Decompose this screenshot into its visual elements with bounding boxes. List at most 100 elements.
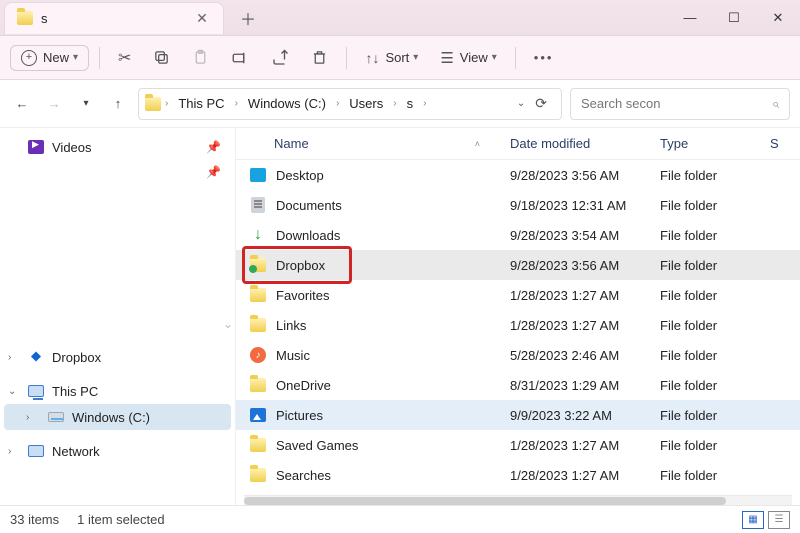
file-row[interactable]: Desktop9/28/2023 3:56 AMFile folder — [236, 160, 800, 190]
view-button[interactable]: ☰ View ▾ — [432, 43, 504, 73]
nav-videos[interactable]: Videos 📌 — [4, 134, 231, 160]
tab[interactable]: s ✕ — [4, 2, 224, 34]
file-type: File folder — [660, 318, 770, 333]
sort-label: Sort — [385, 50, 409, 65]
video-icon — [28, 140, 44, 154]
crumb-drive[interactable]: Windows (C:) — [242, 93, 332, 114]
chevron-down-icon: ▾ — [413, 52, 418, 63]
file-row[interactable]: Pictures9/9/2023 3:22 AMFile folder — [236, 400, 800, 430]
nav-drive-c[interactable]: › Windows (C:) — [4, 404, 231, 430]
file-row[interactable]: ♪Music5/28/2023 2:46 AMFile folder — [236, 340, 800, 370]
horizontal-scrollbar[interactable] — [244, 495, 792, 505]
refresh-button[interactable]: ⟳ — [535, 95, 547, 112]
nav-this-pc[interactable]: ⌄ This PC — [4, 378, 231, 404]
ellipsis-icon: ••• — [534, 50, 554, 65]
view-details-button[interactable]: ☰ — [768, 511, 790, 529]
nav-network[interactable]: › Network — [4, 438, 231, 464]
copy-icon — [153, 49, 170, 66]
file-date: 8/31/2023 1:29 AM — [510, 378, 660, 393]
nav-videos-label: Videos — [52, 140, 92, 155]
file-name: Searches — [276, 468, 331, 483]
file-icon — [250, 167, 266, 183]
breadcrumb[interactable]: › This PC › Windows (C:) › Users › s › ⌄… — [138, 88, 562, 120]
sort-button[interactable]: ↑↓ Sort ▾ — [357, 44, 426, 72]
delete-button[interactable] — [303, 43, 336, 72]
view-large-icons-button[interactable]: ▦ — [742, 511, 764, 529]
sort-icon: ↑↓ — [365, 50, 379, 66]
chevron-down-icon: ▾ — [492, 52, 497, 63]
rename-button[interactable] — [223, 43, 257, 73]
chevron-right-icon: › — [235, 98, 238, 109]
file-icon: ♪ — [250, 347, 266, 363]
share-button[interactable] — [263, 43, 297, 73]
file-date: 9/9/2023 3:22 AM — [510, 408, 660, 423]
chevron-right-icon: › — [165, 98, 168, 109]
file-type: File folder — [660, 408, 770, 423]
maximize-button[interactable]: ☐ — [712, 0, 756, 36]
paste-icon — [192, 49, 209, 66]
recent-locations-button[interactable]: ▾ — [74, 92, 98, 116]
file-name: Desktop — [276, 168, 324, 183]
file-row[interactable]: Links 1/28/2023 1:27 AMFile folder — [236, 310, 800, 340]
file-icon — [250, 377, 266, 393]
drive-icon — [48, 412, 64, 422]
file-type: File folder — [660, 258, 770, 273]
file-row[interactable]: Dropbox9/28/2023 3:56 AMFile folder — [236, 250, 800, 280]
file-name: Documents — [276, 198, 342, 213]
search-icon: ⌕ — [772, 96, 779, 112]
column-type[interactable]: Type — [660, 136, 770, 151]
new-button[interactable]: + New ▾ — [10, 45, 89, 71]
address-dropdown-button[interactable]: ⌄ — [517, 98, 525, 109]
chevron-down-icon: ⌄ — [8, 386, 16, 397]
tab-close-button[interactable]: ✕ — [193, 9, 211, 27]
search-input[interactable] — [581, 96, 772, 111]
file-row[interactable]: Searches1/28/2023 1:27 AMFile folder — [236, 460, 800, 490]
minimize-button[interactable]: — — [668, 0, 712, 36]
toolbar: + New ▾ ✂ ↑↓ Sort ▾ ☰ View ▾ ••• — [0, 36, 800, 80]
title-bar: s ✕ ＋ — ☐ ✕ — [0, 0, 800, 36]
separator — [515, 47, 516, 69]
chevron-right-icon: › — [423, 98, 426, 109]
scrollbar[interactable]: ⌄ — [223, 317, 233, 331]
more-button[interactable]: ••• — [526, 44, 562, 71]
copy-button[interactable] — [145, 43, 178, 72]
column-date[interactable]: Date modified — [510, 136, 660, 151]
paste-button[interactable] — [184, 43, 217, 72]
column-size[interactable]: S — [770, 136, 800, 151]
file-date: 9/18/2023 12:31 AM — [510, 198, 660, 213]
chevron-right-icon: › — [8, 446, 11, 457]
file-row[interactable]: Favorites1/28/2023 1:27 AMFile folder — [236, 280, 800, 310]
nav-empty-pinned[interactable]: 📌 — [4, 160, 231, 184]
up-button[interactable]: ↑ — [106, 92, 130, 116]
separator — [346, 47, 347, 69]
nav-dropbox[interactable]: › ⯁ Dropbox — [4, 344, 231, 370]
forward-button[interactable]: → — [42, 92, 66, 116]
file-date: 1/28/2023 1:27 AM — [510, 318, 660, 333]
new-tab-button[interactable]: ＋ — [234, 4, 262, 32]
plus-icon: + — [21, 50, 37, 66]
chevron-right-icon: › — [8, 352, 11, 363]
column-name[interactable]: Name ˄ — [250, 136, 510, 151]
pin-icon: 📌 — [206, 165, 221, 179]
file-date: 9/28/2023 3:56 AM — [510, 258, 660, 273]
crumb-users[interactable]: Users — [343, 93, 389, 114]
file-name: Downloads — [276, 228, 340, 243]
back-button[interactable]: ← — [10, 92, 34, 116]
cut-button[interactable]: ✂ — [110, 42, 139, 74]
file-name: Links — [276, 318, 306, 333]
file-row[interactable]: Documents9/18/2023 12:31 AMFile folder — [236, 190, 800, 220]
nav-dropbox-label: Dropbox — [52, 350, 101, 365]
window-controls: — ☐ ✕ — [668, 0, 800, 36]
file-row[interactable]: OneDrive8/31/2023 1:29 AMFile folder — [236, 370, 800, 400]
pc-icon — [28, 385, 44, 397]
file-date: 9/28/2023 3:54 AM — [510, 228, 660, 243]
search-box[interactable]: ⌕ — [570, 88, 790, 120]
file-row[interactable]: Saved Games1/28/2023 1:27 AMFile folder — [236, 430, 800, 460]
file-row[interactable]: ↓Downloads9/28/2023 3:54 AMFile folder — [236, 220, 800, 250]
close-button[interactable]: ✕ — [756, 0, 800, 36]
chevron-right-icon: › — [393, 98, 396, 109]
crumb-this-pc[interactable]: This PC — [172, 93, 230, 114]
file-icon: ↓ — [250, 227, 266, 243]
new-label: New — [43, 50, 69, 65]
crumb-current[interactable]: s — [401, 93, 420, 114]
